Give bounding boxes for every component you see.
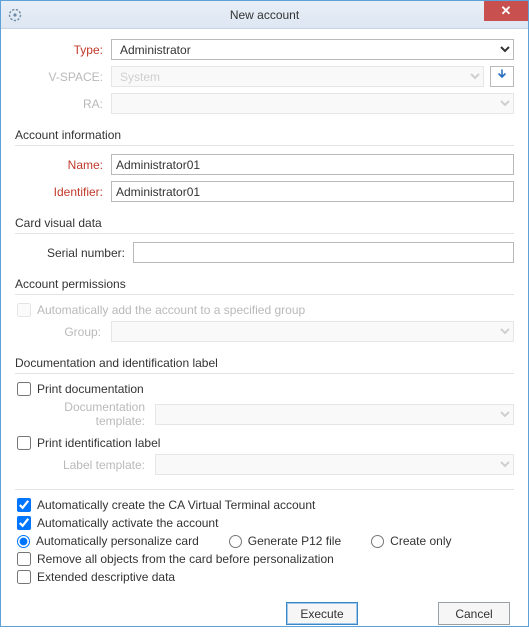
divider	[15, 145, 514, 146]
auto-create-ca-checkbox[interactable]	[17, 498, 31, 512]
divider	[15, 489, 514, 490]
ra-select	[111, 93, 514, 114]
group-select	[111, 321, 514, 342]
auto-personalize-radio[interactable]	[17, 535, 30, 548]
extended-desc-checkbox[interactable]	[17, 570, 31, 584]
section-doc-id: Documentation and identification label	[15, 356, 514, 370]
label-template-select	[155, 454, 514, 475]
app-icon	[7, 7, 23, 23]
divider	[15, 294, 514, 295]
type-select[interactable]: Administrator	[111, 39, 514, 60]
section-card-visual: Card visual data	[15, 216, 514, 230]
type-label: Type:	[15, 43, 111, 57]
serial-label: Serial number:	[15, 246, 133, 260]
auto-group-checkbox	[17, 303, 31, 317]
cancel-button[interactable]: Cancel	[438, 602, 510, 625]
section-permissions: Account permissions	[15, 277, 514, 291]
refresh-down-icon	[496, 69, 508, 84]
create-only-label: Create only	[390, 534, 451, 548]
generate-p12-radio[interactable]	[229, 535, 242, 548]
refresh-button[interactable]	[490, 66, 514, 87]
execute-button[interactable]: Execute	[286, 602, 358, 625]
label-template-label: Label template:	[15, 458, 155, 472]
vspace-select: System	[111, 66, 484, 87]
print-doc-checkbox[interactable]	[17, 382, 31, 396]
name-label: Name:	[15, 158, 111, 172]
title-bar: New account ✕	[1, 1, 528, 29]
doc-template-label: Documentation template:	[15, 400, 155, 428]
print-doc-label: Print documentation	[37, 382, 144, 396]
auto-activate-label: Automatically activate the account	[37, 516, 218, 530]
generate-p12-label: Generate P12 file	[248, 534, 341, 548]
identifier-input[interactable]	[111, 181, 514, 202]
window-title: New account	[1, 8, 528, 22]
auto-activate-checkbox[interactable]	[17, 516, 31, 530]
create-only-radio[interactable]	[371, 535, 384, 548]
close-button[interactable]: ✕	[484, 1, 528, 21]
group-label: Group:	[15, 325, 111, 339]
serial-input[interactable]	[133, 242, 514, 263]
section-account-info: Account information	[15, 128, 514, 142]
ra-label: RA:	[15, 97, 111, 111]
doc-template-select	[155, 404, 514, 425]
name-input[interactable]	[111, 154, 514, 175]
print-id-checkbox[interactable]	[17, 436, 31, 450]
divider	[15, 373, 514, 374]
vspace-label: V-SPACE:	[15, 70, 111, 84]
close-icon: ✕	[501, 3, 512, 19]
divider	[15, 233, 514, 234]
auto-create-ca-label: Automatically create the CA Virtual Term…	[37, 498, 315, 512]
remove-objects-checkbox[interactable]	[17, 552, 31, 566]
remove-objects-label: Remove all objects from the card before …	[37, 552, 334, 566]
auto-personalize-label: Automatically personalize card	[36, 534, 199, 548]
identifier-label: Identifier:	[15, 185, 111, 199]
print-id-label: Print identification label	[37, 436, 160, 450]
extended-desc-label: Extended descriptive data	[37, 570, 175, 584]
auto-group-label: Automatically add the account to a speci…	[37, 303, 305, 317]
